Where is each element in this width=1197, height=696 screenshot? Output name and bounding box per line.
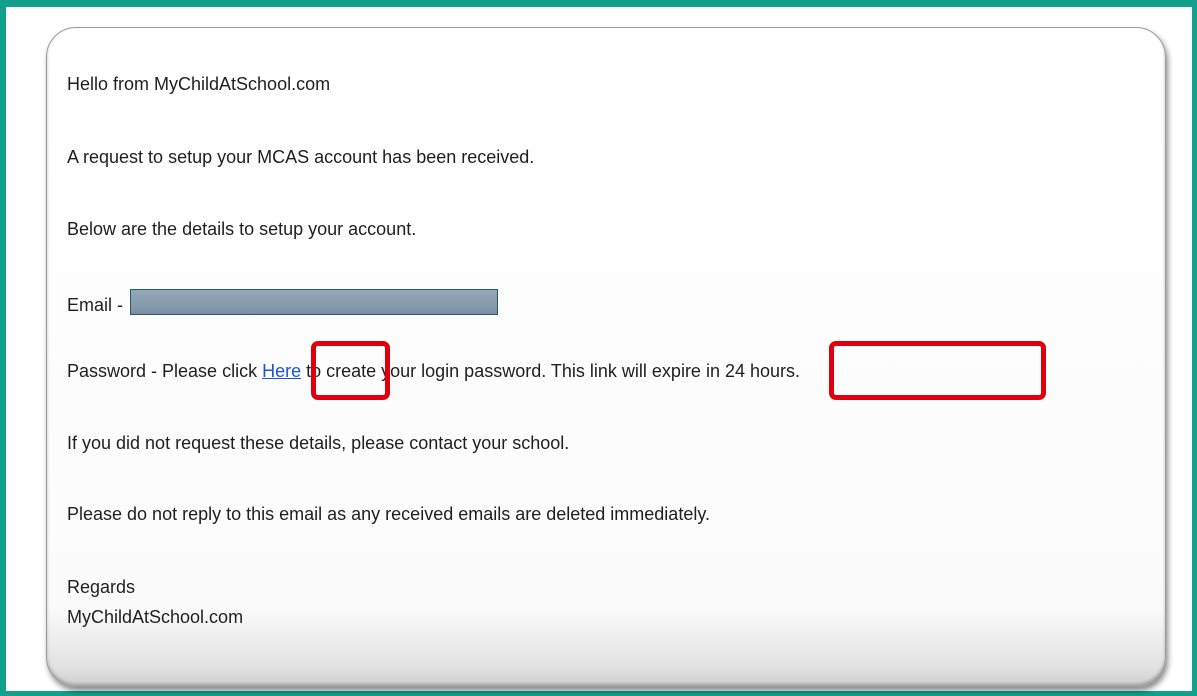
expiry-highlight-box xyxy=(829,341,1046,400)
no-reply-line: Please do not reply to this email as any… xyxy=(67,504,710,524)
password-prefix-text: Password - Please click xyxy=(67,361,263,381)
email-line: Email - xyxy=(67,289,499,316)
greeting-line: Hello from MyChildAtSchool.com xyxy=(67,74,331,94)
link-expiry-text: expire in 24 hours xyxy=(651,361,796,381)
redacted-email-address xyxy=(130,289,499,315)
signoff-line: Regards xyxy=(67,577,136,597)
password-line: Password - Please click Here to create y… xyxy=(67,360,800,382)
email-label: Email - xyxy=(67,295,129,315)
sender-line: MyChildAtSchool.com xyxy=(67,607,244,627)
password-end-text: . xyxy=(795,361,801,381)
create-password-link[interactable]: Here xyxy=(262,361,301,381)
not-requested-line: If you did not request these details, pl… xyxy=(67,433,570,453)
request-received-line: A request to setup your MCAS account has… xyxy=(67,147,535,167)
here-link-highlight-box xyxy=(311,341,390,400)
account-details-line: Below are the details to setup your acco… xyxy=(67,219,417,239)
